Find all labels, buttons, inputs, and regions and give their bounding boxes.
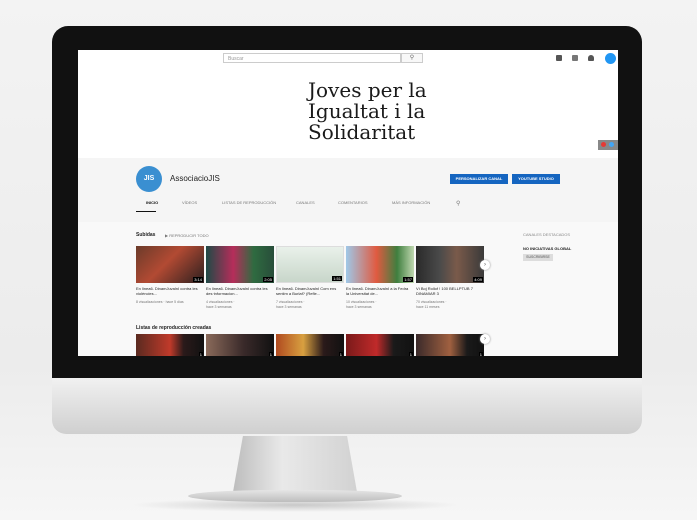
- banner-social-links[interactable]: [598, 140, 618, 150]
- playlists-next-button[interactable]: ›: [480, 334, 490, 344]
- banner-title-line: Solidaritat: [308, 120, 416, 144]
- apps-icon[interactable]: [572, 55, 578, 61]
- video-title[interactable]: En linea6. DinamJuvalnI a la Fedra la Un…: [346, 286, 412, 296]
- featured-channels-title: CANALES DESTACADOS: [523, 232, 571, 237]
- carousel-next-button[interactable]: ›: [480, 260, 490, 270]
- video-thumbnail[interactable]: 1:57: [346, 246, 414, 283]
- video-meta: 4 visualizaciones ·: [206, 300, 235, 304]
- twitter-icon[interactable]: [609, 142, 614, 147]
- instagram-icon[interactable]: [601, 142, 606, 147]
- featured-channel-link[interactable]: NO INICIATIVAS GLOBAL: [523, 246, 571, 251]
- playlist-count: 1: [198, 352, 203, 356]
- video-meta: 10 visualizaciones ·: [346, 300, 377, 304]
- video-meta: hace 11 meses: [416, 305, 440, 309]
- channel-search-icon[interactable]: ⚲: [456, 200, 460, 207]
- monitor-bezel: Buscar ⚲ Joves per la Igualtat i la Soli…: [52, 26, 642, 378]
- channel-content: Subidas ▶ REPRODUCIR TODO 3:14 2:05 1:51…: [78, 222, 618, 356]
- video-duration: 3:14: [193, 277, 203, 282]
- playlist-thumbnail[interactable]: 1: [276, 334, 344, 356]
- channel-avatar[interactable]: JIS: [136, 166, 162, 192]
- tab-videos[interactable]: VÍDEOS: [182, 200, 197, 205]
- youtube-topbar: Buscar ⚲: [78, 50, 618, 68]
- banner-title: Joves per la Igualtat i la Solidaritat: [308, 80, 448, 143]
- banner-title-line: Igualtat i la: [308, 99, 426, 123]
- account-avatar[interactable]: [605, 53, 616, 64]
- video-meta: 8 visualizaciones · hace 5 días: [136, 300, 184, 304]
- monitor-stand-base: [188, 490, 402, 502]
- playlists-section-title[interactable]: Listas de reproducción creadas: [136, 325, 211, 331]
- youtube-channel-screen: Buscar ⚲ Joves per la Igualtat i la Soli…: [78, 50, 618, 356]
- active-tab-indicator: [136, 211, 156, 212]
- create-video-icon[interactable]: [556, 55, 562, 61]
- video-title[interactable]: Ví Boj Rollof ! 100 BELLPTUB 7 DINAMIAR …: [416, 286, 482, 296]
- tab-about[interactable]: MÁS INFORMACIÓN: [392, 200, 430, 205]
- playlist-count: 1: [338, 352, 343, 356]
- video-duration: 1:51: [332, 276, 342, 281]
- subscribe-button[interactable]: SUSCRIBIRSE: [523, 254, 553, 261]
- video-duration: 1:57: [403, 277, 413, 282]
- uploads-section-title[interactable]: Subidas: [136, 232, 155, 238]
- video-duration: 4:09: [473, 277, 483, 282]
- tab-discussion[interactable]: COMENTARIOS: [338, 200, 367, 205]
- youtube-studio-button[interactable]: YOUTUBE STUDIO: [512, 174, 560, 184]
- video-meta: hace 3 semanas: [206, 305, 232, 309]
- video-thumbnail[interactable]: 2:05: [206, 246, 274, 283]
- play-all-button[interactable]: ▶ REPRODUCIR TODO: [165, 233, 209, 238]
- tab-home[interactable]: INICIO: [146, 200, 158, 205]
- video-title[interactable]: En linea6. DinamJuvalnI contra les violè…: [136, 286, 202, 296]
- video-thumbnail[interactable]: 1:51: [276, 246, 344, 283]
- playlist-thumbnail[interactable]: 1: [416, 334, 484, 356]
- search-input[interactable]: Buscar: [223, 53, 401, 63]
- playlist-thumbnail[interactable]: 1: [346, 334, 414, 356]
- video-meta: 70 visualizaciones ·: [416, 300, 447, 304]
- banner-title-line: Joves per la: [308, 78, 427, 102]
- channel-banner: Joves per la Igualtat i la Solidaritat: [78, 68, 618, 158]
- monitor-stand-neck: [233, 436, 357, 492]
- channel-header: JIS AssociacioJIS PERSONALIZAR CANAL YOU…: [78, 158, 618, 222]
- playlist-thumbnail[interactable]: 1: [206, 334, 274, 356]
- playlist-count: 1: [478, 352, 483, 356]
- playlist-count: 1: [268, 352, 273, 356]
- monitor-chin: [52, 378, 642, 434]
- video-thumbnail[interactable]: 3:14: [136, 246, 204, 283]
- video-meta: hace 3 semanas: [276, 305, 302, 309]
- customize-channel-button[interactable]: PERSONALIZAR CANAL: [450, 174, 508, 184]
- notifications-bell-icon[interactable]: [588, 55, 594, 61]
- video-duration: 2:05: [263, 277, 273, 282]
- imac-monitor: Buscar ⚲ Joves per la Igualtat i la Soli…: [52, 26, 642, 434]
- video-thumbnail[interactable]: 4:09: [416, 246, 484, 283]
- tab-channels[interactable]: CANALES: [296, 200, 315, 205]
- video-title[interactable]: En linea6. DinamJuvalnI Com ens sentim a…: [276, 286, 342, 296]
- playlist-count: 1: [408, 352, 413, 356]
- search-button[interactable]: ⚲: [401, 53, 423, 63]
- playlist-thumbnail[interactable]: 1: [136, 334, 204, 356]
- tab-playlists[interactable]: LISTAS DE REPRODUCCIÓN: [222, 200, 276, 205]
- video-meta: 7 visualizaciones ·: [276, 300, 305, 304]
- channel-name: AssociacioJIS: [170, 174, 220, 183]
- video-meta: hace 3 semanas: [346, 305, 372, 309]
- video-title[interactable]: En linea6. DinamJuvalnI contra les des·i…: [206, 286, 272, 296]
